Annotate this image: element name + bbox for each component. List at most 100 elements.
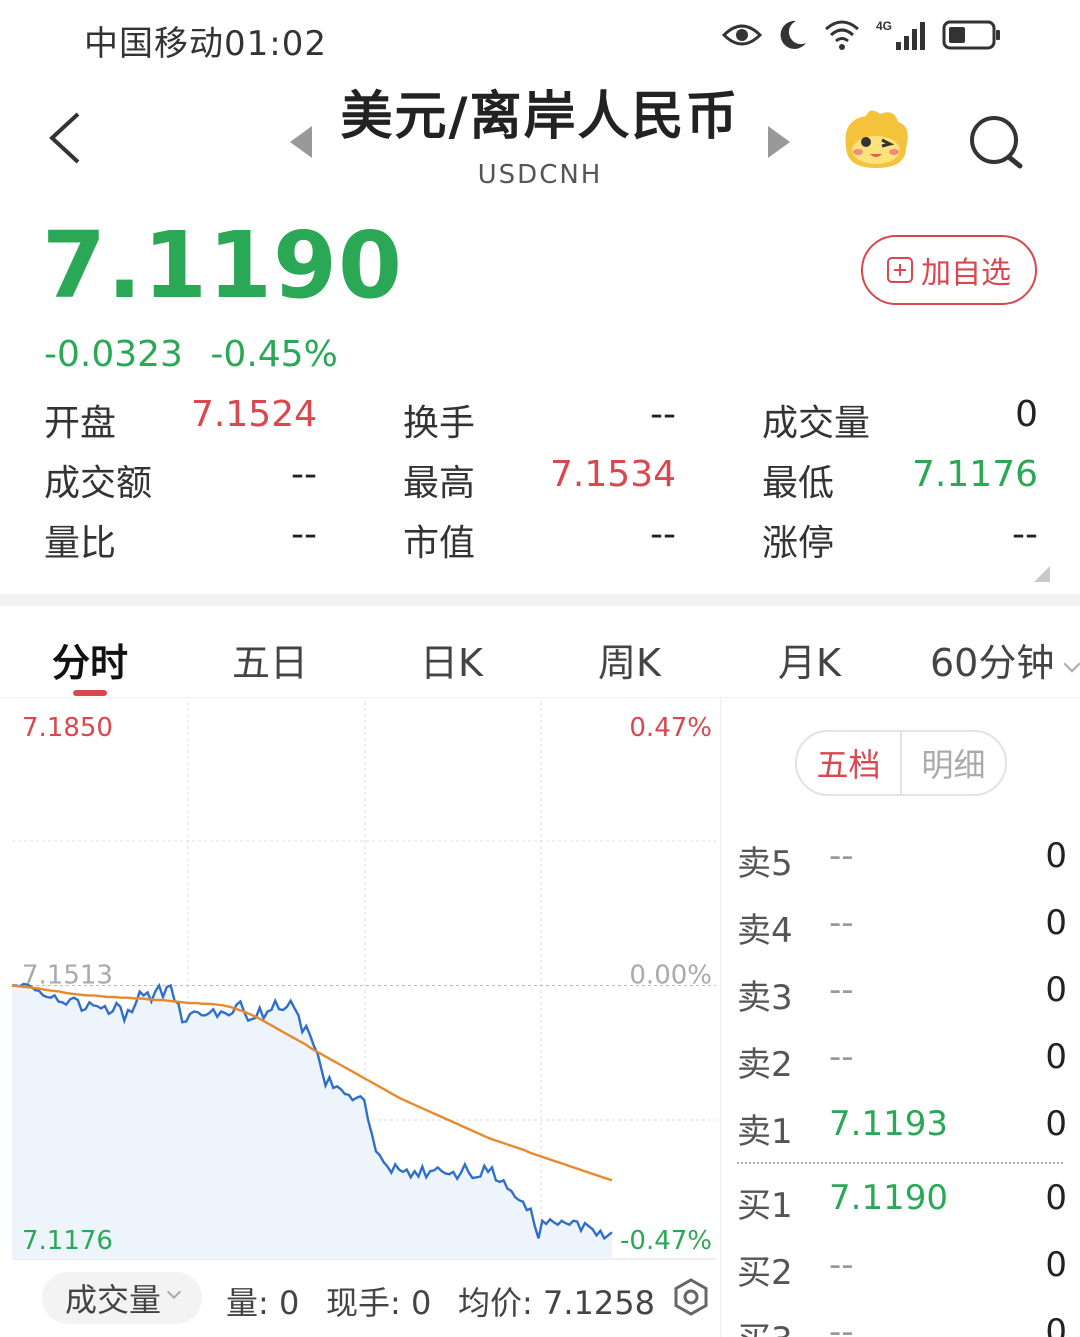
mascot-icon[interactable] <box>836 106 914 172</box>
stat-label: 成交额 <box>44 463 153 504</box>
stat-label: 最高 <box>403 463 476 504</box>
book-row[interactable]: 买3 -- 0 <box>737 1300 1067 1337</box>
stat-value: -- <box>650 514 676 555</box>
tab-60min[interactable]: 60分钟 <box>930 632 1080 687</box>
page-title: 美元/离岸人民币 <box>340 87 740 147</box>
book-row[interactable]: 卖1 7.1193 0 <box>737 1092 1067 1158</box>
book-qty: 0 <box>1045 903 1067 943</box>
stat-cell: 成交量 0 <box>762 394 1038 446</box>
avg-price-readout: 均价: 7.1258 <box>458 1284 655 1322</box>
book-row[interactable]: 卖2 -- 0 <box>737 1025 1067 1091</box>
chart-footer: 成交量 量: 0 现手: 0 均价: 7.1258 <box>0 1262 720 1337</box>
order-book: 五档 明细 卖5 -- 0 卖4 -- 0 卖3 -- 0 卖2 -- 0 卖1 7.1193 0 买1 7.1… <box>720 698 1080 1337</box>
book-level: 卖1 <box>737 1112 793 1152</box>
intraday-chart[interactable]: 7.1850 7.1513 7.1176 0.47% 0.00% -0.47% <box>0 698 720 1262</box>
add-watchlist-label: 加自选 <box>921 256 1011 291</box>
chevron-down-icon <box>166 1284 182 1300</box>
price-change: -0.0323 -0.45% <box>44 334 354 375</box>
stat-value: 7.1176 <box>912 454 1038 495</box>
bid-ask-divider <box>737 1162 1063 1164</box>
book-row[interactable]: 买2 -- 0 <box>737 1233 1067 1299</box>
last-price: 7.1190 <box>42 212 404 319</box>
book-level: 卖4 <box>737 911 793 951</box>
book-price: -- <box>829 1037 854 1077</box>
stat-label: 成交量 <box>762 403 871 444</box>
book-row[interactable]: 卖5 -- 0 <box>737 824 1067 890</box>
tab-intraday[interactable]: 分时 <box>52 632 128 687</box>
eye-icon <box>721 21 763 53</box>
current-hand-readout: 现手: 0 <box>326 1284 432 1322</box>
stat-cell: 成交额 -- <box>44 454 403 506</box>
symbol-code: USDCNH <box>477 160 603 190</box>
chart-svg: 7.1850 7.1513 7.1176 0.47% 0.00% -0.47% <box>11 702 716 1260</box>
change-value: -0.0323 <box>44 334 183 375</box>
book-segment-control: 五档 明细 <box>795 730 1007 796</box>
book-row[interactable]: 卖4 -- 0 <box>737 891 1067 957</box>
moon-icon <box>778 19 808 55</box>
back-icon[interactable] <box>44 110 84 166</box>
book-row[interactable]: 买1 7.1190 0 <box>737 1166 1067 1232</box>
chevron-down-icon <box>1063 655 1080 673</box>
indicator-select-label: 成交量 <box>64 1281 161 1319</box>
next-symbol-icon[interactable] <box>768 126 790 158</box>
tab-weekly-k[interactable]: 周K <box>598 632 661 687</box>
y-right-tick-label: 0.47% <box>629 713 712 743</box>
volume-readout: 量: 0 <box>226 1284 300 1322</box>
stat-cell: 最高 7.1534 <box>403 454 762 506</box>
stat-row: 量比 -- 市值 -- 涨停 -- <box>44 510 1038 570</box>
book-price: -- <box>829 1312 854 1337</box>
tab-monthly-k[interactable]: 月K <box>778 632 841 687</box>
segment-detail[interactable]: 明细 <box>902 732 1005 794</box>
stat-row: 开盘 7.1524 换手 -- 成交量 0 <box>44 390 1038 450</box>
indicator-select[interactable]: 成交量 <box>42 1272 202 1324</box>
tab-daily-k[interactable]: 日K <box>420 632 483 687</box>
book-qty: 0 <box>1045 1245 1067 1285</box>
stat-cell: 量比 -- <box>44 514 403 566</box>
stat-label: 换手 <box>403 403 476 444</box>
stat-label: 市值 <box>403 523 476 564</box>
change-percent: -0.45% <box>210 334 338 375</box>
y-left-tick-label: 7.1176 <box>22 1226 113 1256</box>
tab-five-day[interactable]: 五日 <box>232 632 308 687</box>
y-right-tick-label: -0.47% <box>620 1226 712 1256</box>
status-icons: 4G <box>721 18 1002 56</box>
settings-hexagon-icon[interactable] <box>672 1278 710 1316</box>
wifi-icon <box>824 19 860 55</box>
book-qty: 0 <box>1045 970 1067 1010</box>
price-area <box>12 984 612 1259</box>
book-price: -- <box>829 836 854 876</box>
book-qty: 0 <box>1045 1037 1067 1077</box>
book-price: -- <box>829 1245 854 1285</box>
stat-value: -- <box>291 454 317 495</box>
book-price: -- <box>829 970 854 1010</box>
stat-row: 成交额 -- 最高 7.1534 最低 7.1176 <box>44 450 1038 510</box>
signal-4g-icon: 4G <box>876 18 926 56</box>
stat-label: 量比 <box>44 523 117 564</box>
book-level: 买2 <box>737 1253 793 1293</box>
add-watchlist-button[interactable]: 加自选 <box>861 235 1037 305</box>
title-block: 美元/离岸人民币 USDCNH <box>280 84 800 190</box>
stat-cell: 开盘 7.1524 <box>44 394 403 446</box>
book-price: -- <box>829 903 854 943</box>
stat-cell: 最低 7.1176 <box>762 454 1038 506</box>
tab-60min-label: 60分钟 <box>930 641 1055 685</box>
stat-label: 开盘 <box>44 403 117 444</box>
active-tab-indicator <box>73 690 107 696</box>
segment-five-level[interactable]: 五档 <box>797 732 902 794</box>
stat-value: -- <box>291 514 317 555</box>
stat-cell: 市值 -- <box>403 514 762 566</box>
network-label: 4G <box>876 19 892 33</box>
book-qty: 0 <box>1045 836 1067 876</box>
status-bar: 中国移动01:02 4G <box>0 0 1080 76</box>
book-row[interactable]: 卖3 -- 0 <box>737 958 1067 1024</box>
stats-grid: 开盘 7.1524 换手 -- 成交量 0 成交额 -- 最高 7.1534 最低 7.1176 量比 -… <box>44 390 1038 570</box>
y-left-tick-label: 7.1850 <box>22 713 113 743</box>
header: 美元/离岸人民币 USDCNH <box>0 76 1080 206</box>
stat-value: -- <box>650 394 676 435</box>
carrier-time: 中国移动01:02 <box>84 24 327 64</box>
search-icon[interactable] <box>966 112 1026 172</box>
expand-corner-icon[interactable] <box>1034 566 1050 582</box>
section-divider <box>0 594 1080 606</box>
stat-value: 7.1524 <box>191 394 317 435</box>
book-qty: 0 <box>1045 1312 1067 1337</box>
